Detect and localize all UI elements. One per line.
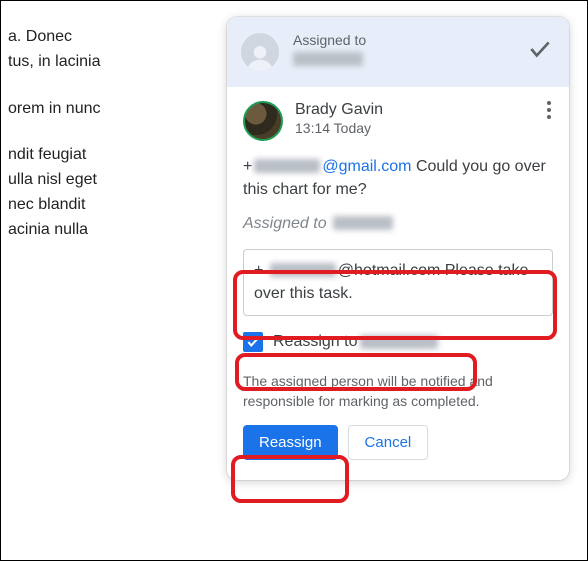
mention-email[interactable]: @gmail.com bbox=[322, 158, 411, 175]
reassign-checkbox-row[interactable]: Reassign to bbox=[243, 330, 553, 354]
assignee-name-redacted bbox=[293, 52, 363, 66]
assigned-to-line: Assigned to bbox=[243, 215, 553, 233]
reassign-button[interactable]: Reassign bbox=[243, 425, 338, 460]
assigned-to-label: Assigned to bbox=[293, 31, 527, 49]
reassign-target-redacted bbox=[360, 335, 438, 349]
assignment-header: Assigned to bbox=[227, 17, 569, 87]
comment-body: +@gmail.com Could you go over this chart… bbox=[243, 155, 553, 201]
comment-author: Brady Gavin bbox=[295, 101, 545, 119]
reassign-info-text: The assigned person will be notified and… bbox=[243, 372, 553, 411]
comment-panel: Assigned to Brady Gavin 13:14 Today +@gm… bbox=[227, 17, 569, 480]
reply-input[interactable]: + @hotmail.com Please take over this tas… bbox=[243, 249, 553, 316]
reassign-checkbox[interactable] bbox=[243, 332, 263, 352]
assignee-avatar-icon bbox=[241, 33, 279, 71]
mention-redacted bbox=[254, 159, 320, 173]
reassign-label: Reassign to bbox=[273, 333, 358, 351]
reply-mention-redacted bbox=[270, 263, 336, 277]
mark-done-button[interactable] bbox=[527, 36, 553, 67]
document-body-text: a. Donec tus, in lacinia orem in nunc nd… bbox=[8, 25, 208, 265]
cancel-button[interactable]: Cancel bbox=[348, 425, 429, 460]
comment-timestamp: 13:14 Today bbox=[295, 120, 545, 136]
author-avatar bbox=[243, 101, 283, 141]
more-options-button[interactable] bbox=[545, 101, 553, 119]
assigned-name-redacted bbox=[333, 216, 393, 230]
